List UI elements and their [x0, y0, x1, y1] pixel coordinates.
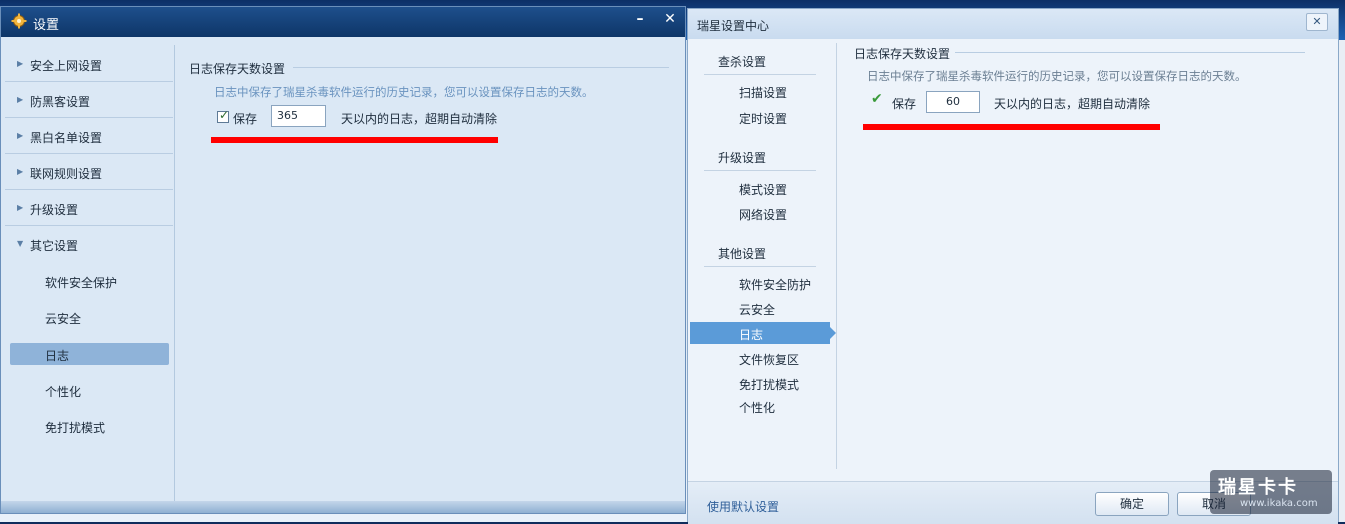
save-checkbox[interactable]: ✓ [217, 108, 230, 123]
nav-item-network-settings[interactable]: 网络设置 [690, 202, 836, 224]
sidebar-subitem-label: 云安全 [45, 312, 82, 326]
sidebar-subitem-do-not-disturb[interactable]: 免打扰模式 [5, 415, 173, 437]
sidebar-item-label: 黑白名单设置 [30, 131, 103, 145]
ok-button[interactable]: 确定 [1095, 492, 1169, 516]
sidebar-item-web-security[interactable]: ▶ 安全上网设置 [5, 47, 173, 82]
sidebar-subitem-log[interactable]: 日志 [5, 343, 173, 365]
nav-item-label: 软件安全防护 [739, 278, 812, 292]
section-description: 日志中保存了瑞星杀毒软件运行的历史记录，您可以设置保存日志的天数。 [214, 85, 594, 99]
nav-group-divider [704, 266, 816, 267]
nav-group-label: 升级设置 [718, 151, 767, 165]
save-checkbox-label: 保存 [892, 97, 917, 111]
settings-center-titlebar[interactable]: 瑞星设置中心 ✕ [688, 9, 1338, 39]
sidebar-subitem-software-protection[interactable]: 软件安全保护 [5, 270, 173, 292]
minimize-button[interactable]: – [627, 9, 653, 29]
sidebar-item-label: 升级设置 [30, 203, 79, 217]
expand-arrow-icon: ▶ [17, 203, 24, 212]
nav-item-do-not-disturb[interactable]: 免打扰模式 [690, 372, 836, 394]
settings-center-nav: 查杀设置 扫描设置 定时设置 升级设置 模式设置 网络设置 其他设置 软件安全防… [690, 39, 836, 469]
watermark-url: www.ikaka.com [1240, 498, 1318, 509]
sidebar-item-label: 联网规则设置 [30, 167, 103, 181]
settings-center-title: 瑞星设置中心 [697, 19, 770, 33]
sidebar-item-label: 安全上网设置 [30, 59, 103, 73]
close-button[interactable]: ✕ [657, 9, 683, 29]
settings-center-content: 日志保存天数设置 日志中保存了瑞星杀毒软件运行的历史记录，您可以设置保存日志的天… [837, 39, 1333, 469]
nav-item-label: 模式设置 [739, 183, 788, 197]
nav-item-scan-settings[interactable]: 扫描设置 [690, 80, 836, 102]
nav-item-file-recovery[interactable]: 文件恢复区 [690, 347, 836, 369]
selection-highlight [10, 343, 169, 365]
nav-group-label: 查杀设置 [718, 55, 767, 69]
sidebar-subitem-label: 个性化 [45, 385, 82, 399]
settings-window: 设置 – ✕ ▶ 安全上网设置 ▶ 防黑客设置 ▶ 黑白名单设置 ▶ 联网规则设… [0, 6, 686, 514]
nav-group-label: 其他设置 [718, 247, 767, 261]
nav-item-label: 定时设置 [739, 112, 788, 126]
nav-item-label: 云安全 [739, 303, 776, 317]
sidebar-subitem-label: 免打扰模式 [45, 421, 106, 435]
gear-icon [11, 13, 27, 29]
sidebar-subitem-label: 软件安全保护 [45, 276, 118, 290]
section-title: 日志保存天数设置 [854, 47, 951, 61]
days-input[interactable]: 365 [271, 105, 326, 127]
days-input[interactable]: 60 [926, 91, 980, 113]
rising-settings-center-window: 瑞星设置中心 ✕ 查杀设置 扫描设置 定时设置 升级设置 模式设置 网络设置 其… [687, 8, 1339, 524]
nav-group-scan[interactable]: 查杀设置 [690, 49, 836, 75]
nav-item-label: 网络设置 [739, 208, 788, 222]
days-suffix-text: 天以内的日志，超期自动清除 [994, 97, 1151, 111]
nav-item-label: 个性化 [739, 401, 776, 415]
nav-item-mode-settings[interactable]: 模式设置 [690, 177, 836, 199]
red-annotation-underline [211, 137, 498, 143]
save-checkbox[interactable]: ✔ [871, 91, 883, 108]
section-description: 日志中保存了瑞星杀毒软件运行的历史记录，您可以设置保存日志的天数。 [867, 69, 1247, 83]
nav-item-personalize[interactable]: 个性化 [690, 395, 836, 417]
settings-sidebar: ▶ 安全上网设置 ▶ 防黑客设置 ▶ 黑白名单设置 ▶ 联网规则设置 ▶ 升级设… [5, 41, 173, 503]
expand-arrow-icon: ▶ [17, 167, 24, 176]
ikaka-watermark-logo: 瑞星卡卡 www.ikaka.com [1210, 470, 1332, 514]
settings-titlebar[interactable]: 设置 – ✕ [1, 7, 685, 37]
settings-window-title: 设置 [33, 18, 60, 33]
sidebar-item-label: 防黑客设置 [30, 95, 91, 109]
sidebar-item-blacklist[interactable]: ▶ 黑白名单设置 [5, 119, 173, 154]
nav-group-divider [704, 74, 816, 75]
check-icon: ✓ [219, 108, 230, 122]
restore-defaults-link[interactable]: 使用默认设置 [707, 498, 779, 515]
check-icon: ✔ [871, 91, 883, 107]
window-bottom-edge [1, 501, 685, 513]
nav-item-log[interactable]: 日志 [690, 322, 836, 344]
close-button[interactable]: ✕ [1306, 13, 1328, 31]
nav-item-label: 免打扰模式 [739, 378, 800, 392]
nav-item-label: 扫描设置 [739, 86, 788, 100]
sidebar-subitem-cloud-security[interactable]: 云安全 [5, 306, 173, 328]
watermark-brand: 瑞星卡卡 [1218, 477, 1298, 498]
expand-arrow-icon: ▶ [17, 95, 24, 104]
collapse-arrow-icon: ▼ [17, 239, 24, 248]
nav-group-upgrade[interactable]: 升级设置 [690, 145, 836, 171]
expand-arrow-icon: ▶ [17, 59, 24, 68]
nav-item-schedule-settings[interactable]: 定时设置 [690, 106, 836, 128]
section-title: 日志保存天数设置 [189, 62, 286, 76]
save-checkbox-label: 保存 [233, 112, 258, 126]
nav-group-divider [704, 170, 816, 171]
nav-item-label: 日志 [739, 328, 764, 342]
sidebar-subitem-personalize[interactable]: 个性化 [5, 379, 173, 401]
sidebar-subitem-label: 日志 [45, 349, 70, 363]
sidebar-item-upgrade[interactable]: ▶ 升级设置 [5, 191, 173, 226]
nav-item-software-protection[interactable]: 软件安全防护 [690, 272, 836, 294]
expand-arrow-icon: ▶ [17, 131, 24, 140]
settings-content-panel: 日志保存天数设置 日志中保存了瑞星杀毒软件运行的历史记录，您可以设置保存日志的天… [175, 41, 685, 503]
nav-group-other[interactable]: 其他设置 [690, 241, 836, 267]
sidebar-item-anti-hacker[interactable]: ▶ 防黑客设置 [5, 83, 173, 118]
section-divider [955, 52, 1305, 53]
sidebar-item-label: 其它设置 [30, 239, 79, 253]
nav-item-cloud-security[interactable]: 云安全 [690, 297, 836, 319]
red-annotation-underline [863, 124, 1160, 130]
section-divider [293, 67, 669, 68]
sidebar-item-other[interactable]: ▼ 其它设置 [5, 227, 173, 262]
days-suffix-text: 天以内的日志，超期自动清除 [341, 112, 498, 126]
nav-item-label: 文件恢复区 [739, 353, 800, 367]
sidebar-item-network-rules[interactable]: ▶ 联网规则设置 [5, 155, 173, 190]
